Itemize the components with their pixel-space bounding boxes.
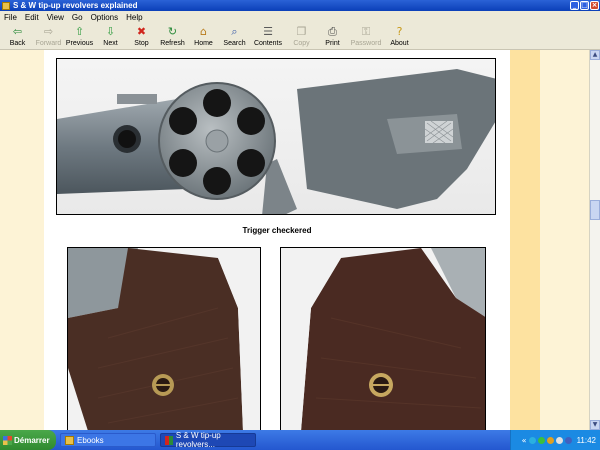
- arrow-right-icon: ⇨: [43, 25, 54, 38]
- home-icon: ⌂: [200, 25, 207, 38]
- clock: 11:42: [576, 435, 596, 445]
- windows-logo-icon: [3, 435, 12, 445]
- toolbar-back-button[interactable]: ⇦ Back: [2, 23, 33, 50]
- security-icon[interactable]: [537, 436, 545, 444]
- network-icon[interactable]: [528, 436, 536, 444]
- toolbar-button-label: Search: [223, 40, 246, 47]
- contents-icon: ☰: [263, 25, 273, 38]
- refresh-icon: ↻: [167, 25, 178, 38]
- toolbar-previous-button[interactable]: ⇧ Previous: [64, 23, 95, 50]
- arrow-left-icon: ⇦: [12, 25, 23, 38]
- left-grip-image: [68, 248, 260, 430]
- toolbar-button-label: About: [390, 40, 409, 47]
- photo-caption: Trigger checkered: [242, 226, 312, 235]
- grip-photo-right: [280, 247, 486, 430]
- toolbar-contents-button[interactable]: ☰ Contents: [250, 23, 286, 50]
- close-button[interactable]: ×: [590, 1, 599, 10]
- start-label: Démarrer: [14, 435, 50, 445]
- key-icon: ⚿: [361, 25, 371, 38]
- toolbar-next-button[interactable]: ⇩ Next: [95, 23, 126, 50]
- scroll-up-arrow-icon[interactable]: ▲: [590, 50, 600, 60]
- toolbar-button-label: Password: [350, 40, 382, 47]
- search-icon: ⌕: [231, 25, 238, 38]
- toolbar-button-label: Print: [325, 40, 340, 47]
- toolbar-button-label: Back: [9, 40, 26, 47]
- menu-bar: File Edit View Go Options Help: [0, 11, 600, 23]
- toolbar-refresh-button[interactable]: ↻ Refresh: [157, 23, 188, 50]
- page: Trigger checkered: [44, 50, 510, 430]
- toolbar-button-label: Next: [103, 40, 118, 47]
- menu-file[interactable]: File: [0, 13, 21, 22]
- toolbar-home-button[interactable]: ⌂ Home: [188, 23, 219, 50]
- cylinder-photo: [56, 58, 496, 215]
- content-area: Trigger checkered: [0, 50, 589, 430]
- update-icon[interactable]: [546, 436, 554, 444]
- toolbar-button-label: Contents: [253, 40, 283, 47]
- stop-icon: ✖: [136, 25, 147, 38]
- toolbar: ⇦ Back ⇨ Forward ⇧ Previous ⇩ Next ✖ Stop ↻ Refresh…: [0, 23, 600, 50]
- grip-photo-left: [67, 247, 261, 430]
- menu-edit[interactable]: Edit: [21, 13, 43, 22]
- toolbar-forward-button[interactable]: ⇨ Forward: [33, 23, 64, 50]
- folder-icon: [65, 435, 74, 445]
- toolbar-copy-button[interactable]: ❐ Copy: [286, 23, 317, 50]
- book-icon: [165, 435, 173, 445]
- toolbar-button-label: Copy: [293, 40, 310, 47]
- left-gutter: [0, 50, 44, 430]
- start-button[interactable]: Démarrer: [0, 430, 56, 450]
- app-icon: [2, 1, 10, 10]
- toolbar-button-label: Previous: [65, 40, 94, 47]
- right-grip-image: [281, 248, 485, 430]
- menu-help[interactable]: Help: [122, 13, 146, 22]
- scroll-down-arrow-icon[interactable]: ▼: [590, 420, 600, 430]
- revolver-cylinder-image: [57, 69, 495, 214]
- toolbar-about-button[interactable]: ? About: [384, 23, 415, 50]
- toolbar-search-button[interactable]: ⌕ Search: [219, 23, 250, 50]
- copy-icon: ❐: [296, 25, 307, 38]
- scroll-thumb[interactable]: [590, 200, 600, 220]
- taskbar-item-book[interactable]: S & W tip-up revolvers...: [160, 431, 256, 449]
- minimize-button[interactable]: _: [570, 1, 579, 10]
- right-margin: [540, 50, 589, 430]
- arrow-down-icon: ⇩: [105, 25, 116, 38]
- toolbar-button-label: Forward: [35, 40, 62, 47]
- arrow-up-icon: ⇧: [74, 25, 85, 38]
- menu-view[interactable]: View: [43, 13, 68, 22]
- volume-icon[interactable]: [555, 436, 563, 444]
- task-label: Ebooks: [77, 435, 104, 445]
- toolbar-button-label: Home: [194, 40, 213, 47]
- toolbar-button-label: Refresh: [160, 40, 185, 47]
- right-band: [510, 50, 540, 430]
- tray-expand-icon[interactable]: «: [522, 436, 527, 445]
- toolbar-print-button[interactable]: ⎙ Print: [317, 23, 348, 50]
- maximize-button[interactable]: □: [580, 1, 589, 10]
- task-label: S & W tip-up revolvers...: [175, 431, 221, 449]
- title-bar: S & W tip-up revolvers explained _ □ ×: [0, 0, 600, 11]
- about-icon: ?: [396, 25, 403, 38]
- taskbar-item-ebooks[interactable]: Ebooks: [60, 433, 156, 447]
- taskbar: Démarrer Ebooks S & W tip-up revolvers..…: [0, 430, 600, 450]
- system-tray: « 11:42: [510, 430, 600, 450]
- menu-go[interactable]: Go: [68, 13, 87, 22]
- toolbar-stop-button[interactable]: ✖ Stop: [126, 23, 157, 50]
- menu-options[interactable]: Options: [87, 13, 123, 22]
- monitor-icon[interactable]: [564, 436, 572, 444]
- window-title: S & W tip-up revolvers explained: [13, 1, 138, 10]
- vertical-scrollbar[interactable]: ▲ ▼: [589, 50, 600, 430]
- print-icon: ⎙: [328, 25, 337, 38]
- toolbar-button-label: Stop: [134, 40, 149, 47]
- toolbar-password-button[interactable]: ⚿ Password: [348, 23, 384, 50]
